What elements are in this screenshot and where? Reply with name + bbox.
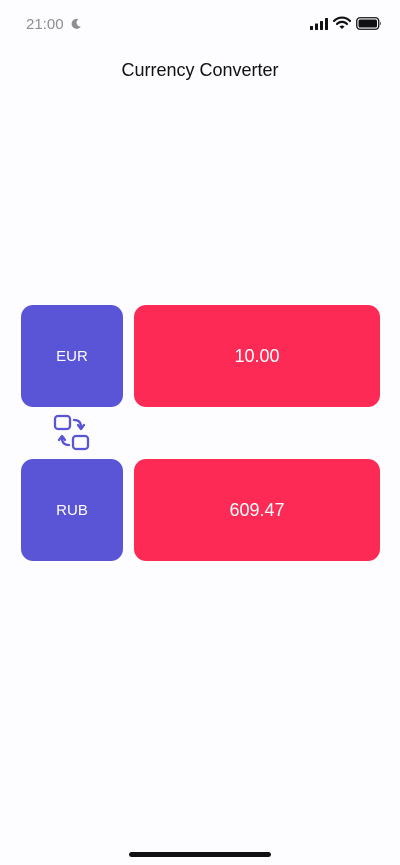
to-amount-field[interactable]: 609.47 <box>134 459 380 561</box>
to-currency-label: RUB <box>56 501 88 519</box>
to-currency-button[interactable]: RUB <box>21 459 123 561</box>
signal-icon <box>310 18 328 30</box>
status-bar: 21:00 <box>0 0 400 52</box>
from-currency-label: EUR <box>56 347 88 365</box>
swap-icon <box>53 414 90 451</box>
from-amount-value: 10.00 <box>234 345 280 366</box>
wifi-icon <box>333 16 351 29</box>
to-amount-value: 609.47 <box>229 499 285 520</box>
page-title: Currency Converter <box>121 60 279 80</box>
swap-button[interactable] <box>52 413 92 453</box>
from-amount-field[interactable]: 10.00 <box>134 305 380 407</box>
status-time: 21:00 <box>26 16 64 33</box>
battery-icon <box>356 17 381 30</box>
moon-icon <box>71 18 81 29</box>
from-currency-button[interactable]: EUR <box>21 305 123 407</box>
home-indicator <box>129 852 271 857</box>
